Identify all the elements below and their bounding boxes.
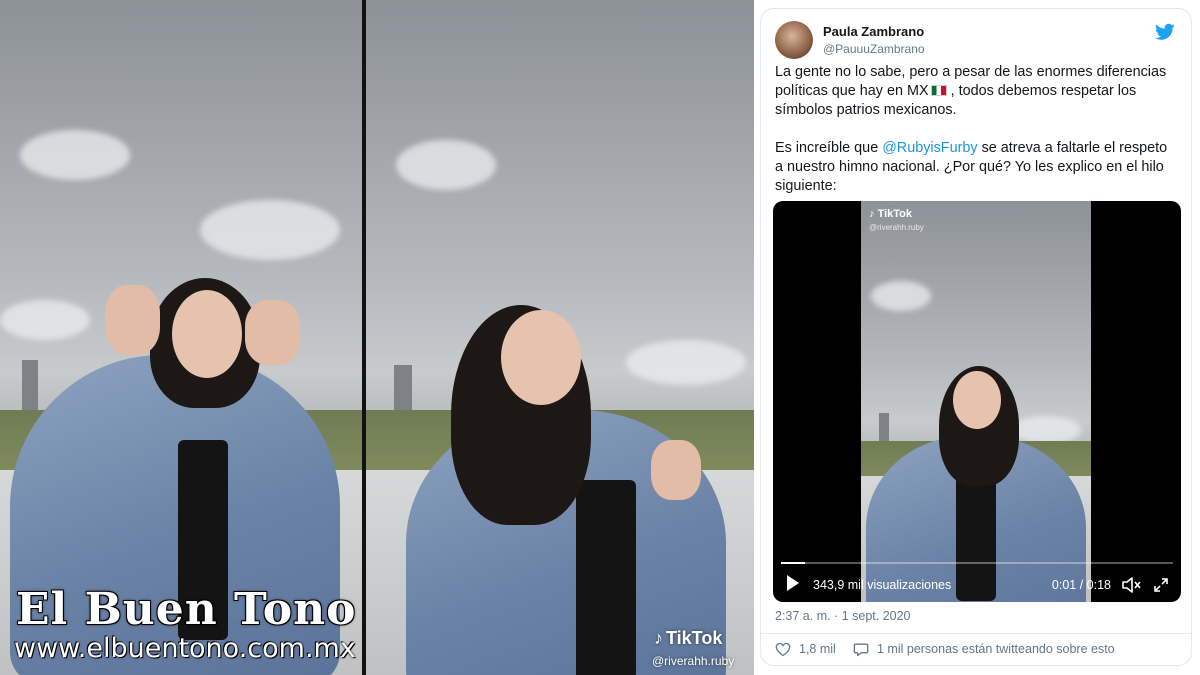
video-views: 343,9 mil visualizaciones [813, 578, 952, 592]
reply-icon[interactable] [853, 642, 869, 657]
tweet-text: La gente no lo sabe, pero a pesar de las… [775, 63, 1177, 215]
watermark-name: El Buen Tono [16, 584, 357, 635]
author-handle[interactable]: @PauuuZambrano [823, 42, 925, 56]
tweet-timestamp[interactable]: 2:37 a. m. · 1 sept. 2020 [775, 609, 911, 623]
photo-left [0, 0, 362, 675]
watermark-url: www.elbuentono.com.mx [14, 633, 356, 664]
video-frame: ♪ TikTok @riverahh.ruby [861, 201, 1091, 602]
tweet-card[interactable]: Paula Zambrano @PauuuZambrano La gente n… [760, 8, 1192, 666]
author-name[interactable]: Paula Zambrano [823, 24, 924, 39]
volume-icon[interactable] [1121, 577, 1141, 593]
avatar[interactable] [775, 21, 813, 59]
tiktok-icon: ♪ [654, 628, 663, 648]
tweet-text-part: Es increíble que [775, 140, 883, 156]
video-tiktok-label: TikTok [877, 208, 912, 220]
mention-link[interactable]: @RubyisFurby [882, 140, 977, 156]
video-progress-fill [781, 562, 805, 564]
video-player[interactable]: ♪ TikTok @riverahh.ruby 343,9 mil visual… [773, 201, 1181, 602]
photo-middle: ♪ TikTok @riverahh.ruby [366, 0, 754, 675]
play-icon[interactable] [787, 575, 799, 591]
tweet-header: Paula Zambrano @PauuuZambrano [775, 21, 1177, 61]
video-tiktok-username: @riverahh.ruby [869, 223, 924, 232]
tiktok-icon: ♪ [869, 208, 875, 220]
tiktok-watermark: ♪ TikTok [654, 628, 722, 649]
heart-icon[interactable] [775, 642, 791, 657]
likes-count[interactable]: 1,8 mil [799, 642, 836, 656]
tweet-actions: 1,8 mil 1 mil personas están twitteando … [775, 641, 1177, 659]
twitter-bird-icon[interactable] [1155, 23, 1175, 41]
tweet-divider [761, 633, 1191, 634]
expand-icon[interactable] [1153, 577, 1169, 593]
conversation-count[interactable]: 1 mil personas están twitteando sobre es… [877, 642, 1115, 656]
video-progress-bar[interactable] [781, 562, 1173, 564]
mexico-flag-icon [930, 85, 947, 96]
video-tiktok-mark: ♪ TikTok [869, 208, 912, 220]
tiktok-label: TikTok [666, 628, 723, 648]
tiktok-username: @riverahh.ruby [652, 654, 735, 668]
video-time: 0:01 / 0:18 [1051, 578, 1111, 592]
